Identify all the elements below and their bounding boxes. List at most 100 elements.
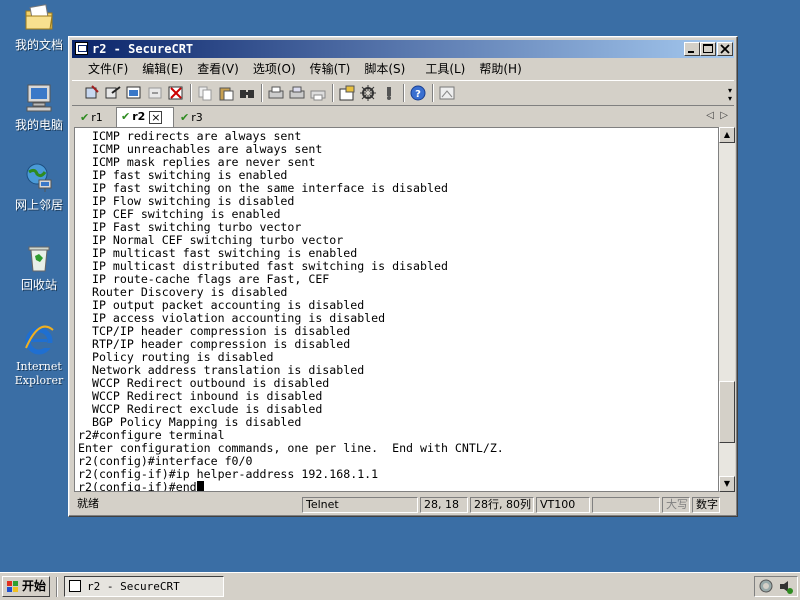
minimize-icon [688, 51, 694, 53]
reconnect-icon[interactable] [147, 85, 163, 101]
desktop-icon-label: 我的文档 [14, 38, 63, 52]
tab-label: r1 [91, 111, 103, 124]
menu-tools[interactable]: 工具(L) [413, 60, 473, 78]
connected-check-icon: ✔ [80, 111, 90, 124]
status-protocol: Telnet [302, 497, 418, 513]
desktop-icon-label: 回收站 [20, 278, 57, 292]
start-label: 开始 [22, 579, 47, 593]
window-title: r2 - SecureCRT [92, 42, 194, 56]
desktop-icon-recycle-bin[interactable]: 回收站 [8, 242, 70, 292]
my-computer-icon [23, 82, 55, 114]
status-rows-cols: 28行, 80列 [470, 497, 534, 513]
securecrt-window: r2 - SecureCRT 文件(F) 编辑(E) 查看(V) 选项(O) 传输(T)… [68, 36, 738, 517]
quick-connect-icon[interactable] [105, 85, 121, 101]
taskbar: 开始 r2 - SecureCRT [0, 572, 800, 600]
connect-in-tab-icon[interactable] [126, 85, 142, 101]
toolbar-separator [190, 84, 192, 102]
desktop-icon-label-line2: Explorer [14, 374, 64, 387]
tab-scroll-right-icon[interactable]: ▷ [720, 110, 728, 121]
connected-check-icon: ✔ [180, 111, 190, 124]
status-num-lock: 数字 [692, 497, 720, 513]
tab-label: r2 [132, 110, 146, 123]
close-button[interactable] [717, 42, 733, 56]
paste-icon[interactable] [218, 85, 234, 101]
close-icon [720, 44, 730, 54]
print-selection-icon[interactable] [289, 85, 305, 101]
menu-view[interactable]: 查看(V) [191, 60, 247, 78]
internet-explorer-icon [23, 324, 55, 356]
maximize-button[interactable] [700, 42, 716, 56]
help-icon[interactable]: ? [410, 85, 426, 101]
tray-network-icon[interactable] [759, 579, 774, 597]
windows-flag-icon [7, 580, 19, 592]
menu-bar: 文件(F) 编辑(E) 查看(V) 选项(O) 传输(T) 脚本(S) 工具(L) 帮助(H) [72, 60, 734, 78]
tab-r1[interactable]: ✔ r1 [78, 109, 118, 127]
desktop-icon-my-documents[interactable]: 我的文档 [8, 2, 70, 52]
minimize-button[interactable] [684, 42, 700, 56]
status-emulation: VT100 [536, 497, 590, 513]
menu-help[interactable]: 帮助(H) [473, 60, 529, 78]
find-icon[interactable] [239, 85, 255, 101]
toolbar-separator [261, 84, 263, 102]
system-tray [754, 576, 798, 597]
menu-options[interactable]: 选项(O) [247, 60, 304, 78]
recycle-bin-icon [23, 242, 55, 274]
taskbar-button-securecrt[interactable]: r2 - SecureCRT [64, 576, 224, 597]
quick-launch-separator [56, 577, 58, 597]
terminal-output[interactable]: ICMP redirects are always sent ICMP unre… [74, 127, 719, 492]
keymap-icon[interactable] [381, 85, 397, 101]
status-cursor-position: 28, 18 [420, 497, 468, 513]
desktop-icon-my-computer[interactable]: 我的电脑 [8, 82, 70, 132]
print-icon[interactable] [268, 85, 284, 101]
scroll-down-button[interactable]: ▼ [719, 476, 735, 492]
terminal-line: r2(config-if)#end [78, 481, 504, 491]
start-button[interactable]: 开始 [2, 576, 50, 597]
desktop-icon-label-line1: Internet [16, 360, 62, 373]
menu-transfer[interactable]: 传输(T) [304, 60, 359, 78]
scroll-up-button[interactable]: ▲ [719, 127, 735, 143]
network-places-icon [23, 162, 55, 194]
svg-text:?: ? [415, 89, 421, 100]
desktop-icon-network-places[interactable]: 网上邻居 [8, 162, 70, 212]
desktop-icon-label: 我的电脑 [14, 118, 63, 132]
task-label: r2 - SecureCRT [87, 580, 180, 593]
tab-r2[interactable]: ✔ r2 × [116, 107, 174, 127]
menu-script[interactable]: 脚本(S) [358, 60, 413, 78]
sftp-icon[interactable] [439, 85, 455, 101]
menu-file[interactable]: 文件(F) [72, 60, 136, 78]
my-documents-icon [23, 2, 55, 34]
printer-icon[interactable] [310, 85, 326, 101]
desktop-icon-label: 网上邻居 [14, 198, 63, 212]
tab-r3[interactable]: ✔ r3 [178, 109, 218, 127]
securecrt-app-icon[interactable] [75, 42, 88, 55]
tab-scroll-left-icon[interactable]: ◁ [706, 110, 714, 121]
global-options-icon[interactable] [360, 85, 376, 101]
tab-label: r3 [191, 111, 203, 124]
status-bar: 就绪 Telnet 28, 18 28行, 80列 VT100 大写 数字 [72, 496, 734, 514]
desktop-icon-internet-explorer[interactable]: Internet Explorer [8, 324, 70, 388]
tray-speaker-icon[interactable] [778, 579, 793, 597]
securecrt-task-icon [69, 580, 81, 592]
terminal-lines: ICMP redirects are always sent ICMP unre… [78, 130, 504, 491]
connect-icon[interactable] [84, 85, 100, 101]
toolbar: ? ▾ ▾ [72, 80, 734, 106]
status-caps-lock: 大写 [662, 497, 690, 513]
toolbar-separator [332, 84, 334, 102]
toolbar-overflow-icon[interactable]: ▾ ▾ [728, 87, 732, 103]
tab-close-button[interactable]: × [149, 110, 163, 124]
maximize-icon [703, 44, 713, 53]
session-tab-bar: ✔ r1 ✔ r2 × ✔ r3 ◁ ▷ [72, 107, 734, 127]
title-bar[interactable]: r2 - SecureCRT [72, 40, 734, 58]
menu-edit[interactable]: 编辑(E) [136, 60, 191, 78]
copy-icon[interactable] [197, 85, 213, 101]
scroll-thumb[interactable] [719, 381, 735, 443]
vertical-scrollbar[interactable]: ▲ ▼ [719, 127, 735, 492]
status-blank [592, 497, 660, 513]
status-ready: 就绪 [77, 497, 99, 510]
connected-check-icon: ✔ [121, 110, 131, 123]
disconnect-icon[interactable] [168, 85, 184, 101]
toolbar-separator [432, 84, 434, 102]
terminal-cursor [196, 481, 204, 491]
session-options-icon[interactable] [339, 85, 355, 101]
toolbar-separator [403, 84, 405, 102]
